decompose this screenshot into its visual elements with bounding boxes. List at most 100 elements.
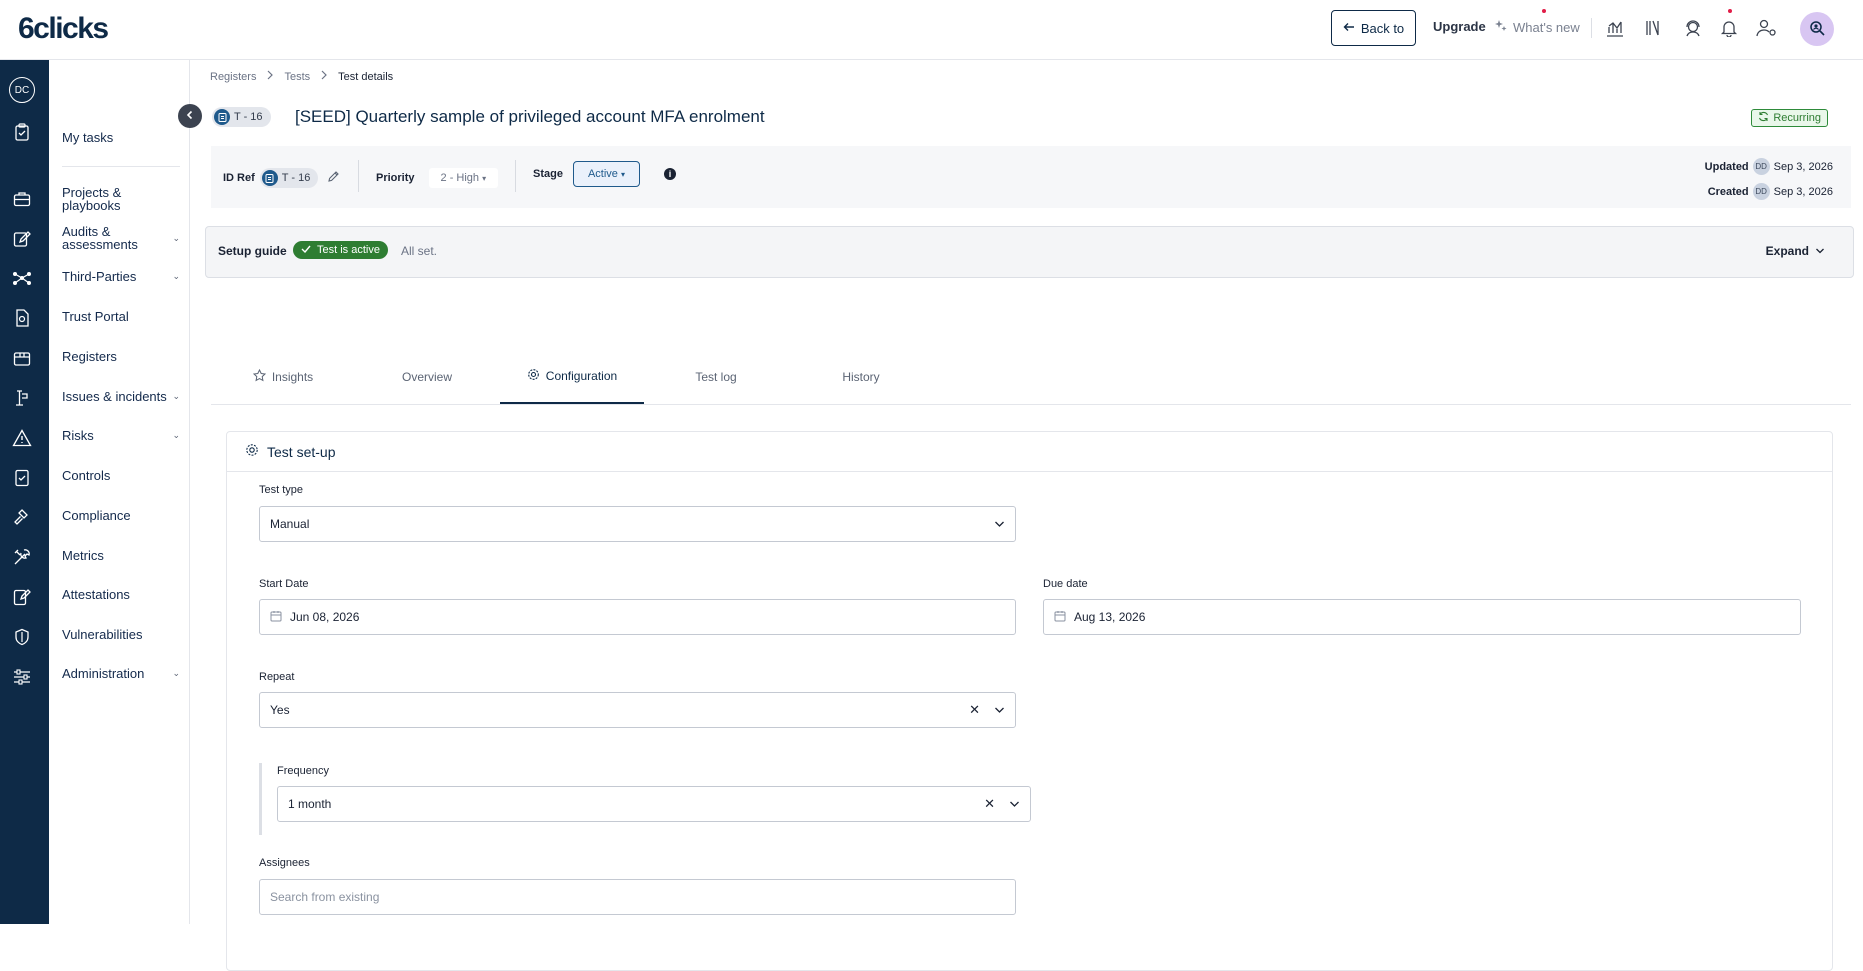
expand-button[interactable]: Expand: [1766, 244, 1825, 258]
due-date-field[interactable]: Aug 13, 2026: [1043, 599, 1801, 635]
sidebar-item-administration[interactable]: Administration ⌄: [62, 667, 180, 680]
whats-new-label: What's new: [1513, 20, 1580, 35]
trust-portal-icon[interactable]: [10, 306, 34, 330]
sidebar-item-controls[interactable]: Controls: [62, 469, 180, 482]
tab-test-log[interactable]: Test log: [644, 350, 788, 404]
sidebar-item-label: Third-Parties: [62, 269, 137, 284]
back-to-button[interactable]: Back to: [1331, 10, 1416, 46]
info-icon[interactable]: i: [664, 168, 677, 180]
shield-icon[interactable]: [10, 625, 34, 649]
sidebar-item-audits[interactable]: Audits & assessments ⌄: [62, 225, 180, 251]
test-type-select[interactable]: Manual: [259, 506, 1016, 542]
chevron-right-icon: [320, 70, 328, 83]
sidebar-item-issues[interactable]: Issues & incidents ⌄: [62, 390, 180, 403]
test-type-label: Test type: [259, 484, 304, 496]
user-initials-avatar[interactable]: DC: [9, 77, 35, 103]
infobar-divider: [515, 160, 516, 192]
analytics-icon[interactable]: [1603, 16, 1627, 40]
briefcase-icon[interactable]: [10, 187, 34, 211]
library-icon[interactable]: [1642, 16, 1666, 40]
sidebar-item-risks[interactable]: Risks ⌄: [62, 429, 180, 442]
issues-icon[interactable]: [10, 386, 34, 410]
check-icon: [301, 244, 311, 256]
tab-overview[interactable]: Overview: [355, 350, 499, 404]
tab-insights[interactable]: Insights: [211, 350, 355, 404]
setup-guide-label: Setup guide: [218, 244, 287, 258]
chevron-down-icon: ⌄: [172, 668, 180, 678]
registers-icon[interactable]: [10, 346, 34, 370]
whats-new-link[interactable]: What's new: [1494, 19, 1580, 36]
sidebar-item-metrics[interactable]: Metrics: [62, 549, 180, 562]
id-ref-value: T - 16: [281, 172, 311, 184]
recurring-badge: Recurring: [1751, 109, 1828, 127]
icon-rail: DC: [0, 60, 49, 924]
dates-group: Updated DD Sep 3, 2026 Created DD Sep 3,…: [1705, 154, 1833, 204]
due-date-label: Due date: [1043, 578, 1088, 590]
tab-label: Insights: [271, 370, 314, 384]
clear-icon[interactable]: ✕: [969, 702, 980, 718]
breadcrumb-tests[interactable]: Tests: [284, 71, 310, 83]
repeat-value: Yes: [270, 703, 290, 717]
test-setup-panel: Test set-up Test type Manual Start Date …: [226, 431, 1833, 971]
priority-group: Priority 2 - High ▾: [376, 168, 499, 188]
sidebar-item-projects[interactable]: Projects & playbooks: [62, 186, 180, 212]
priority-value: 2 - High: [440, 172, 480, 184]
breadcrumb: Registers Tests Test details: [210, 70, 393, 83]
user-search-icon: [1808, 19, 1826, 40]
start-date-field[interactable]: Jun 08, 2026: [259, 599, 1016, 635]
breadcrumb-registers[interactable]: Registers: [210, 71, 256, 83]
attestations-icon[interactable]: [10, 585, 34, 609]
sidebar-item-attestations[interactable]: Attestations: [62, 588, 180, 601]
priority-dropdown[interactable]: 2 - High ▾: [428, 168, 499, 188]
id-ref-label: ID Ref: [223, 172, 255, 184]
admin-sliders-icon[interactable]: [10, 665, 34, 689]
sidebar-item-label: Metrics: [62, 548, 104, 563]
tab-label: Overview: [401, 370, 452, 384]
setup-guide-bar: Setup guide Test is active All set. Expa…: [205, 226, 1854, 278]
user-settings-icon[interactable]: [1755, 16, 1779, 40]
arrow-left-icon: [1343, 21, 1355, 36]
warning-icon[interactable]: [10, 426, 34, 450]
sidebar-item-label: Projects & playbooks: [62, 185, 122, 213]
chevron-down-icon: [994, 517, 1005, 531]
compliance-gavel-icon[interactable]: [10, 505, 34, 529]
sidebar-item-trust-portal[interactable]: Trust Portal: [62, 310, 180, 323]
main-content: Registers Tests Test details T - 16 [SEE…: [190, 60, 1863, 971]
edit-audit-icon[interactable]: [10, 227, 34, 251]
sidebar-item-label: Attestations: [62, 587, 130, 602]
chevron-down-icon: ⌄: [172, 391, 180, 401]
caret-down-icon: ▾: [621, 170, 626, 179]
created-date: Sep 3, 2026: [1773, 185, 1833, 198]
stage-group: Stage Active ▾ i: [533, 161, 677, 187]
sidebar-item-compliance[interactable]: Compliance: [62, 509, 180, 522]
breadcrumb-test-details: Test details: [338, 70, 394, 83]
tab-configuration[interactable]: Configuration: [500, 350, 644, 404]
sidebar-item-vulnerabilities[interactable]: Vulnerabilities: [62, 628, 180, 641]
clear-icon[interactable]: ✕: [984, 796, 995, 812]
refresh-icon: [1758, 111, 1769, 125]
user-avatar-button[interactable]: [1800, 12, 1834, 46]
assignees-search-input[interactable]: Search from existing: [259, 879, 1016, 915]
sidebar-item-registers[interactable]: Registers: [62, 350, 180, 363]
frequency-select[interactable]: 1 month ✕: [277, 786, 1031, 822]
stage-dropdown[interactable]: Active ▾: [572, 161, 641, 187]
notifications-dot: [1728, 9, 1732, 13]
sidebar-item-label: Risks: [62, 428, 94, 443]
tab-history[interactable]: History: [789, 350, 933, 404]
controls-icon[interactable]: [10, 466, 34, 490]
pencil-edit-icon[interactable]: [327, 170, 340, 186]
upgrade-link[interactable]: Upgrade: [1433, 19, 1486, 34]
support-agent-icon[interactable]: [1681, 16, 1705, 40]
tasks-clipboard-icon[interactable]: [10, 120, 34, 144]
notifications-bell-icon[interactable]: [1717, 16, 1741, 40]
network-icon[interactable]: [10, 266, 34, 290]
sidebar-item-third-parties[interactable]: Third-Parties ⌄: [62, 270, 180, 283]
test-id-chip: T - 16: [212, 107, 271, 127]
sidebar-item-my-tasks[interactable]: My tasks: [62, 131, 180, 144]
metrics-tools-icon[interactable]: [10, 545, 34, 569]
repeat-select[interactable]: Yes ✕: [259, 692, 1016, 728]
test-active-text: Test is active: [317, 244, 380, 256]
app-logo[interactable]: 6clicks: [18, 12, 109, 46]
sidebar-nav: My tasks Projects & playbooks Audits & a…: [49, 60, 190, 924]
frequency-value: 1 month: [288, 797, 332, 811]
